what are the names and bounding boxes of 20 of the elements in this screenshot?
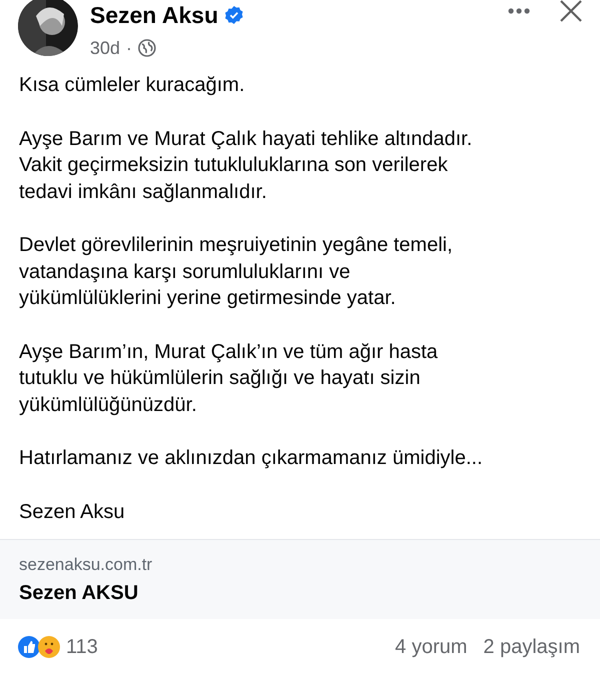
post-paragraph: Devlet görevlilerinin meşruiyetinin yegâne temeli, vatandaşına karşı sorumluluklarını ve yükümlülüklerini yerine getirmesinde yatar. — [19, 233, 454, 311]
reaction-count[interactable]: 113 — [66, 632, 98, 662]
share-count[interactable]: 2 paylaşım — [483, 632, 580, 662]
link-domain: sezenaksu.com.tr — [19, 554, 154, 576]
more-options-icon[interactable] — [508, 8, 530, 14]
post-paragraph: Sezen Aksu — [19, 500, 126, 524]
comment-count[interactable]: 4 yorum — [395, 632, 468, 662]
post-paragraph: Ayşe Barım’ın, Murat Çalık’ın ve tüm ağır hasta tutuklu ve hükümlülerin sağlığı ve hayatı sizin yükümlülüğünüzdür. — [19, 340, 439, 418]
separator: · — [126, 36, 132, 60]
link-preview-card[interactable]: sezenaksu.com.tr Sezen AKSU — [0, 539, 600, 619]
post-paragraph: Ayşe Barım ve Murat Çalık hayati tehlike altındadır. Vakit geçirmeksizin tutukluluklarına son verilerek tedavi imkânı sağlanmalıdır. — [19, 126, 474, 204]
post-paragraph: Kısa cümleler kuracağım. — [19, 73, 246, 98]
author-name[interactable]: Sezen Aksu — [90, 0, 218, 32]
like-reaction-icon — [18, 636, 40, 658]
post-time[interactable]: 30d — [90, 34, 120, 62]
close-icon[interactable] — [560, 0, 582, 22]
link-title: Sezen AKSU — [19, 581, 140, 606]
globe-icon — [138, 39, 156, 57]
care-reaction-icon — [38, 636, 60, 658]
post-paragraph: Hatırlamanız ve aklınızdan çıkarmamanız ümidiyle... — [19, 446, 484, 471]
